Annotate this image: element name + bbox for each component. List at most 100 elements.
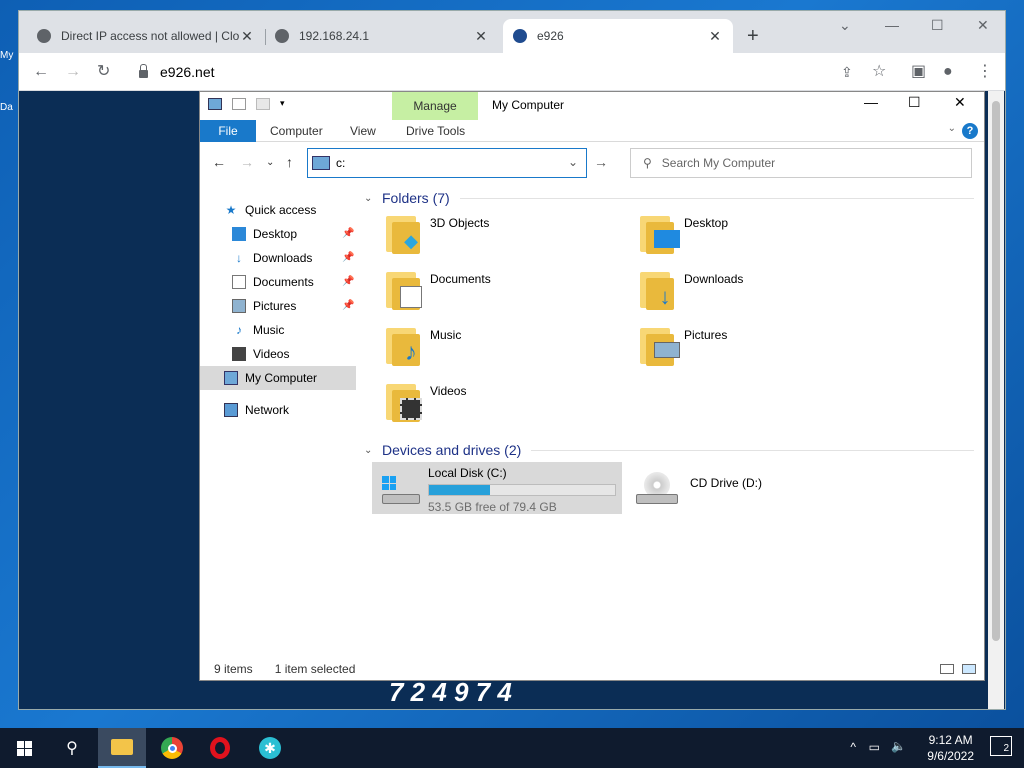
chrome-icon[interactable] <box>148 728 196 768</box>
new-folder-icon[interactable] <box>256 98 270 110</box>
volume-icon[interactable]: 🔈 <box>891 739 906 753</box>
chevron-down-icon[interactable]: ⌄ <box>568 155 578 169</box>
scrollbar-thumb[interactable] <box>992 101 1000 641</box>
search-icon[interactable]: ⚲ <box>48 728 96 768</box>
ribbon: ▾ Manage My Computer — ☐ ✕ File Computer… <box>200 92 984 142</box>
side-panel-icon[interactable]: ▣ <box>911 63 926 81</box>
maximize-button[interactable]: ☐ <box>908 94 921 111</box>
desktop-icon-partial[interactable] <box>0 76 18 96</box>
address-input[interactable]: c: ⌄ <box>307 148 587 178</box>
nav-item-downloads[interactable]: ↓ Downloads <box>232 246 312 270</box>
chevron-down-icon[interactable]: ⌄ <box>948 123 956 134</box>
go-arrow-icon[interactable]: → <box>594 154 608 170</box>
folder-item[interactable]: Documents <box>376 268 616 318</box>
navigation-row: ← → ⌄ ↑ c: ⌄ → ⚲ Search My Computer <box>200 148 984 178</box>
view-toggles <box>940 664 976 674</box>
chevron-up-icon[interactable]: ^ <box>850 740 856 754</box>
search-placeholder: Search My Computer <box>661 156 776 170</box>
nav-item-quick-access[interactable]: ★ Quick access <box>224 198 317 222</box>
tab-e926[interactable]: e926 ✕ <box>503 19 733 53</box>
nav-item-music[interactable]: ♪ Music <box>232 318 284 342</box>
maximize-button[interactable]: ☐ <box>931 17 944 34</box>
close-icon[interactable]: ✕ <box>239 28 255 45</box>
recent-locations-icon[interactable]: ⌄ <box>266 157 274 168</box>
file-explorer-icon[interactable] <box>98 728 146 768</box>
chevron-down-icon[interactable]: ⌄ <box>364 445 376 456</box>
drive-item-d[interactable]: CD Drive (D:) <box>628 462 808 514</box>
tab-drive-tools[interactable]: Drive Tools <box>394 120 477 142</box>
nav-item-videos[interactable]: Videos <box>232 342 289 366</box>
folder-item[interactable]: ♪ Music <box>376 324 616 374</box>
details-view-icon[interactable] <box>940 664 954 674</box>
folder-item[interactable]: Videos <box>376 380 616 430</box>
tab-file[interactable]: File <box>200 120 256 142</box>
nav-item-documents[interactable]: Documents <box>232 270 314 294</box>
group-header-folders[interactable]: ⌄ Folders (7) <box>364 188 974 208</box>
nav-item-network[interactable]: Network <box>224 398 289 422</box>
pin-icon: 📌 <box>342 252 355 263</box>
network-icon[interactable]: ▭ <box>869 740 880 754</box>
close-icon[interactable]: ✕ <box>473 28 489 45</box>
tab-search-icon[interactable]: ⌄ <box>839 17 851 34</box>
nav-item-desktop[interactable]: Desktop <box>232 222 352 246</box>
scrollbar[interactable] <box>988 91 1004 709</box>
group-title: Folders (7) <box>382 190 450 206</box>
folder-item[interactable]: Pictures <box>630 324 870 374</box>
drive-item-c[interactable]: Local Disk (C:) 53.5 GB free of 79.4 GB <box>372 462 622 514</box>
back-icon[interactable]: ← <box>212 154 226 170</box>
clock[interactable]: 9:12 AM 9/6/2022 <box>927 732 974 764</box>
browser-toolbar: ← → ↻ e926.net ⇪ ☆ ▣ ● ⋮ <box>19 53 1005 91</box>
properties-icon[interactable] <box>232 98 246 110</box>
accessibility-app-icon[interactable]: ✱ <box>246 728 294 768</box>
address-bar[interactable]: e926.net <box>127 57 871 87</box>
lock-icon <box>139 64 148 78</box>
forward-icon[interactable]: → <box>240 154 254 170</box>
manage-context-tab[interactable]: Manage <box>392 92 478 120</box>
folder-name: Desktop <box>684 216 729 230</box>
notifications-icon[interactable]: 2 <box>990 736 1012 756</box>
share-icon[interactable]: ⇪ <box>841 63 853 81</box>
globe-icon <box>37 29 51 43</box>
nav-item-my-computer[interactable]: My Computer <box>200 366 356 390</box>
minimize-button[interactable]: — <box>885 17 899 33</box>
new-tab-button[interactable]: + <box>747 26 759 46</box>
start-icon[interactable] <box>0 728 48 768</box>
up-arrow-icon[interactable]: ↑ <box>286 154 293 170</box>
reload-icon[interactable]: ↻ <box>97 63 110 81</box>
bookmark-star-icon[interactable]: ☆ <box>872 63 886 81</box>
opera-icon[interactable] <box>196 728 244 768</box>
profile-icon[interactable]: ● <box>943 63 953 81</box>
chevron-down-icon[interactable]: ⌄ <box>364 193 376 204</box>
back-icon[interactable]: ← <box>33 63 49 81</box>
desktop-icon-partial[interactable]: My <box>0 50 18 70</box>
address-value: c: <box>336 156 346 170</box>
search-input[interactable]: ⚲ Search My Computer <box>630 148 972 178</box>
desktop-icon-partial[interactable]: Da <box>0 102 18 122</box>
menu-kebab-icon[interactable]: ⋮ <box>977 63 993 81</box>
folder-item[interactable]: ◆ 3D Objects <box>376 212 616 262</box>
tab-computer[interactable]: Computer <box>258 120 335 142</box>
help-icon[interactable]: ? <box>962 123 978 139</box>
large-icons-view-icon[interactable] <box>962 664 976 674</box>
chrome-window: Direct IP access not allowed | Clo ✕ 192… <box>18 10 1006 710</box>
divider <box>531 449 974 451</box>
folder-item[interactable]: Desktop <box>630 212 870 262</box>
folder-item[interactable]: ↓ Downloads <box>630 268 870 318</box>
minimize-button[interactable]: — <box>864 94 878 110</box>
nav-item-pictures[interactable]: Pictures <box>232 294 296 318</box>
group-header-drives[interactable]: ⌄ Devices and drives (2) <box>364 440 974 460</box>
tab-title: Direct IP access not allowed | Clo <box>61 29 239 43</box>
tab-direct-ip[interactable]: Direct IP access not allowed | Clo ✕ <box>27 19 265 53</box>
tab-view[interactable]: View <box>338 120 388 142</box>
close-icon[interactable]: ✕ <box>707 28 723 45</box>
forward-icon[interactable]: → <box>65 63 81 81</box>
close-window-button[interactable]: ✕ <box>977 17 989 34</box>
close-window-button[interactable]: ✕ <box>954 94 966 111</box>
customize-qat-icon[interactable]: ▾ <box>280 98 285 110</box>
drive-name: CD Drive (D:) <box>690 476 762 490</box>
tab-router[interactable]: 192.168.24.1 ✕ <box>265 19 499 53</box>
film-icon <box>232 347 246 361</box>
nav-label: Desktop <box>253 227 298 241</box>
folder-icon: ♪ <box>384 324 422 368</box>
clock-time: 9:12 AM <box>928 733 973 747</box>
